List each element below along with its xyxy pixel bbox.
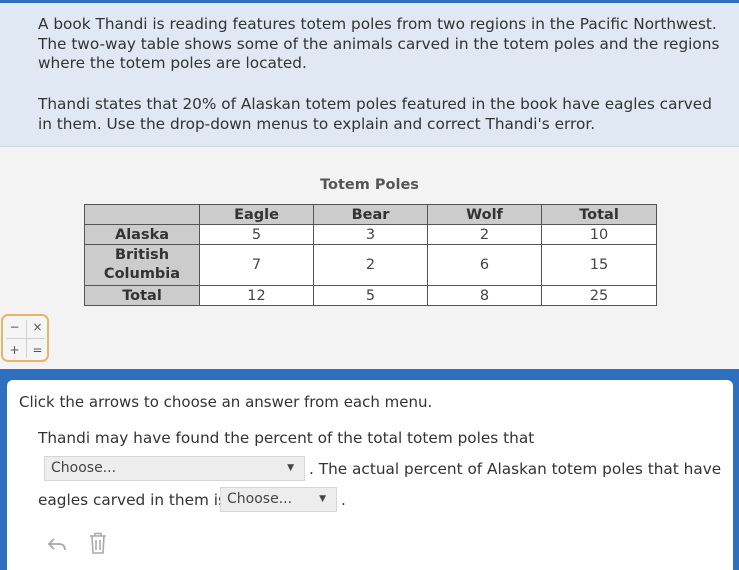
calculator-button[interactable]: − × + =	[1, 314, 49, 362]
dropdown-2[interactable]: Choose... ▼	[220, 487, 337, 512]
table-cell: 7	[199, 244, 314, 286]
two-way-table: Eagle Bear Wolf Total Alaska 5 3 2 10 Br…	[84, 204, 657, 306]
question-prompt: A book Thandi is reading features totem …	[0, 3, 739, 147]
chevron-down-icon: ▼	[287, 463, 294, 473]
header-bear: Bear	[313, 204, 428, 225]
undo-icon[interactable]	[47, 536, 67, 556]
header-corner	[84, 204, 200, 225]
times-icon: ×	[32, 320, 43, 334]
answer-text-line-3: eagles carved in them is	[38, 491, 226, 509]
table-cell: 2	[427, 224, 542, 245]
answer-text-line-2: . The actual percent of Alaskan totem po…	[309, 460, 722, 478]
equals-icon: =	[32, 343, 43, 357]
table-title: Totem Poles	[320, 177, 419, 193]
table-header-row: Eagle Bear Wolf Total	[84, 204, 657, 225]
table-stage: Totem Poles Eagle Bear Wolf Total Alaska…	[0, 147, 739, 369]
answer-panel: Click the arrows to choose an answer fro…	[7, 380, 733, 570]
table-cell: 5	[313, 285, 428, 306]
table-cell: 25	[541, 285, 657, 306]
header-wolf: Wolf	[427, 204, 542, 225]
dropdown-1[interactable]: Choose... ▼	[44, 456, 305, 481]
table-row: Total 12 5 8 25	[84, 285, 657, 306]
row-label-alaska: Alaska	[84, 224, 200, 245]
table-cell: 10	[541, 224, 657, 245]
prompt-paragraph-1: A book Thandi is reading features totem …	[38, 15, 720, 72]
table-cell: 5	[199, 224, 314, 245]
header-total: Total	[541, 204, 657, 225]
answer-text-period: .	[341, 491, 346, 509]
table-cell: 12	[199, 285, 314, 306]
answer-text-line-1: Thandi may have found the percent of the…	[38, 429, 535, 447]
table-row: Alaska 5 3 2 10	[84, 224, 657, 245]
trash-icon[interactable]	[89, 532, 107, 558]
plus-icon: +	[9, 343, 20, 357]
table-cell: 3	[313, 224, 428, 245]
table-row: British Columbia 7 2 6 15	[84, 244, 657, 286]
table-cell: 8	[427, 285, 542, 306]
header-eagle: Eagle	[199, 204, 314, 225]
table-cell: 6	[427, 244, 542, 286]
dropdown-1-value: Choose...	[51, 460, 117, 476]
chevron-down-icon: ▼	[319, 494, 326, 504]
row-label-total: Total	[84, 285, 200, 306]
dropdown-2-value: Choose...	[227, 491, 293, 507]
instructions: Click the arrows to choose an answer fro…	[19, 393, 433, 411]
prompt-paragraph-2: Thandi states that 20% of Alaskan totem …	[38, 95, 712, 133]
table-cell: 2	[313, 244, 428, 286]
table-cell: 15	[541, 244, 657, 286]
row-label-british-columbia: British Columbia	[84, 244, 200, 286]
minus-icon: −	[9, 320, 20, 334]
